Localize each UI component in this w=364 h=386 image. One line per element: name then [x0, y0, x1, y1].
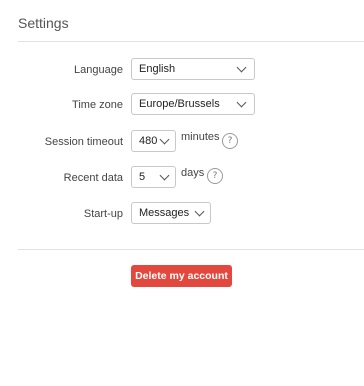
recent-data-select[interactable]: 5	[131, 166, 176, 188]
timezone-value: Europe/Brussels	[139, 98, 220, 110]
divider	[18, 249, 364, 250]
recent-data-label: Recent data	[63, 172, 123, 184]
divider	[18, 41, 364, 42]
help-icon[interactable]: ?	[207, 168, 223, 184]
page-title: Settings	[18, 15, 69, 31]
help-icon[interactable]: ?	[222, 133, 238, 149]
session-timeout-label: Session timeout	[44, 136, 123, 148]
language-select[interactable]: English	[131, 58, 255, 80]
language-row: Language English	[0, 58, 364, 82]
chevron-down-icon	[236, 97, 247, 107]
session-timeout-value: 480	[139, 135, 158, 147]
startup-label: Start-up	[83, 208, 123, 220]
settings-panel: Settings Language English Time zone Euro…	[0, 0, 364, 386]
recent-data-value: 5	[139, 171, 146, 183]
recent-data-unit: days	[181, 167, 205, 179]
timezone-row: Time zone Europe/Brussels	[0, 93, 364, 117]
session-timeout-row: Session timeout 480 minutes ?	[0, 130, 364, 154]
chevron-down-icon	[159, 134, 170, 144]
recent-data-row: Recent data 5 days ?	[0, 166, 364, 190]
chevron-down-icon	[236, 62, 247, 72]
startup-row: Start-up Messages	[0, 202, 364, 226]
language-label: Language	[74, 64, 123, 76]
session-timeout-select[interactable]: 480	[131, 130, 176, 152]
timezone-label: Time zone	[72, 99, 123, 111]
startup-select[interactable]: Messages	[131, 202, 211, 224]
startup-value: Messages	[139, 207, 190, 219]
chevron-down-icon	[159, 170, 170, 180]
chevron-down-icon	[194, 206, 205, 216]
language-value: English	[139, 63, 176, 75]
timezone-select[interactable]: Europe/Brussels	[131, 93, 255, 115]
session-timeout-unit: minutes	[181, 131, 220, 143]
delete-account-button[interactable]: Delete my account	[131, 265, 232, 287]
